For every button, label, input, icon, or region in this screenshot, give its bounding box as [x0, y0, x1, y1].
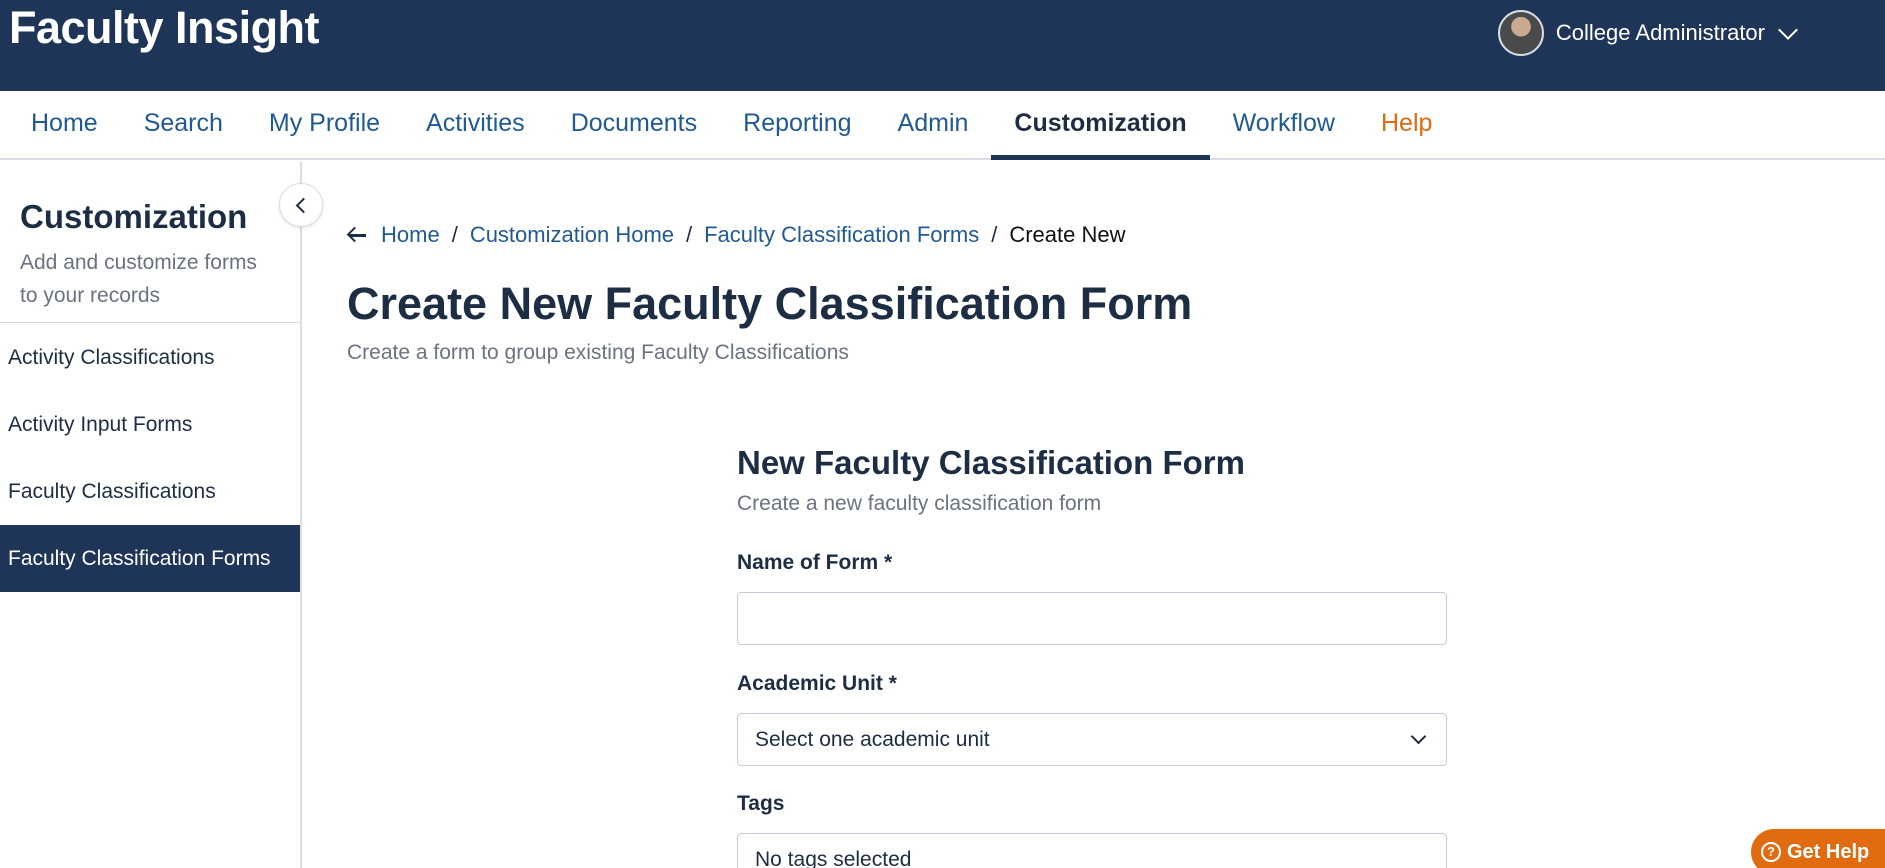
breadcrumb: Home / Customization Home / Faculty Clas… — [346, 222, 1126, 248]
breadcrumb-separator: / — [991, 222, 998, 247]
nav-workflow[interactable]: Workflow — [1210, 91, 1358, 158]
get-help-button[interactable]: ? Get Help — [1751, 829, 1885, 868]
chevron-down-icon — [1778, 20, 1798, 40]
sidebar-title: Customization — [20, 198, 248, 235]
tags-value: No tags selected — [755, 848, 912, 868]
nav-search[interactable]: Search — [121, 91, 246, 158]
form-subtitle: Create a new faculty classification form — [737, 492, 1102, 515]
academic-unit-label: Academic Unit * — [737, 672, 897, 695]
nav-activities[interactable]: Activities — [403, 91, 548, 158]
chevron-left-icon — [295, 197, 311, 213]
sidebar-item-faculty-classifications[interactable]: Faculty Classifications — [0, 458, 300, 525]
sidebar-item-faculty-classification-forms[interactable]: Faculty Classification Forms — [0, 525, 300, 592]
breadcrumb-customization-home[interactable]: Customization Home — [470, 222, 674, 248]
classification-form: New Faculty Classification Form Create a… — [737, 444, 1447, 868]
name-of-form-label: Name of Form * — [737, 551, 893, 574]
sidebar-subtitle: Add and customize forms to your records — [20, 251, 257, 307]
back-arrow-icon[interactable] — [346, 226, 367, 243]
breadcrumb-faculty-classification-forms[interactable]: Faculty Classification Forms — [704, 222, 979, 248]
get-help-label: Get Help — [1787, 840, 1870, 863]
nav-customization[interactable]: Customization — [991, 91, 1210, 160]
sidebar-item-activity-classifications[interactable]: Activity Classifications — [0, 324, 300, 391]
app-title: Faculty Insight — [9, 2, 320, 53]
sidebar-list: Activity Classifications Activity Input … — [0, 324, 300, 592]
tags-select[interactable]: No tags selected — [737, 833, 1447, 868]
chevron-down-icon — [1410, 728, 1427, 745]
academic-unit-value: Select one academic unit — [755, 728, 990, 751]
nav-my-profile[interactable]: My Profile — [246, 91, 403, 158]
main-nav: Home Search My Profile Activities Docume… — [0, 91, 1885, 160]
breadcrumb-separator: / — [686, 222, 693, 247]
nav-home[interactable]: Home — [8, 91, 121, 158]
sidebar-divider — [0, 322, 300, 323]
user-name: College Administrator — [1555, 20, 1765, 45]
top-header: Faculty Insight College Administrator — [0, 0, 1885, 91]
help-icon: ? — [1761, 842, 1781, 862]
nav-help[interactable]: Help — [1358, 91, 1455, 158]
nav-reporting[interactable]: Reporting — [720, 91, 874, 158]
collapse-sidebar-button[interactable] — [279, 183, 323, 227]
user-menu[interactable]: College Administrator — [1497, 10, 1798, 56]
sidebar-item-activity-input-forms[interactable]: Activity Input Forms — [0, 391, 300, 458]
breadcrumb-home[interactable]: Home — [381, 222, 440, 248]
breadcrumb-separator: / — [451, 222, 458, 247]
avatar — [1497, 10, 1544, 56]
sidebar: Customization Add and customize forms to… — [0, 162, 302, 868]
nav-admin[interactable]: Admin — [875, 91, 992, 158]
form-title: New Faculty Classification Form — [737, 444, 1245, 481]
breadcrumb-current: Create New — [1009, 222, 1126, 247]
academic-unit-select[interactable]: Select one academic unit — [737, 713, 1447, 766]
name-of-form-input[interactable] — [737, 592, 1447, 645]
nav-documents[interactable]: Documents — [548, 91, 720, 158]
page-subtitle: Create a form to group existing Faculty … — [347, 341, 849, 364]
tags-label: Tags — [737, 792, 785, 815]
page-title: Create New Faculty Classification Form — [347, 278, 1193, 329]
